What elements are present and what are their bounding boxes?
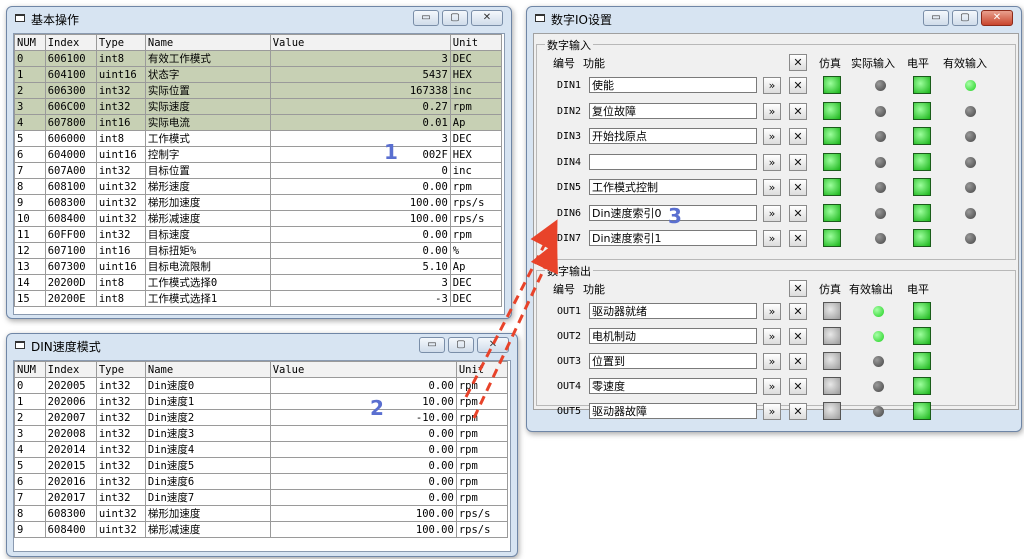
callout-1: 1 [384,140,398,164]
arrow-speed1-to-din6 [464,219,558,398]
callout-3: 3 [668,204,682,228]
annotation-arrows [464,219,558,419]
callout-2: 2 [370,396,384,420]
arrow-speed2-to-din7 [472,241,558,419]
